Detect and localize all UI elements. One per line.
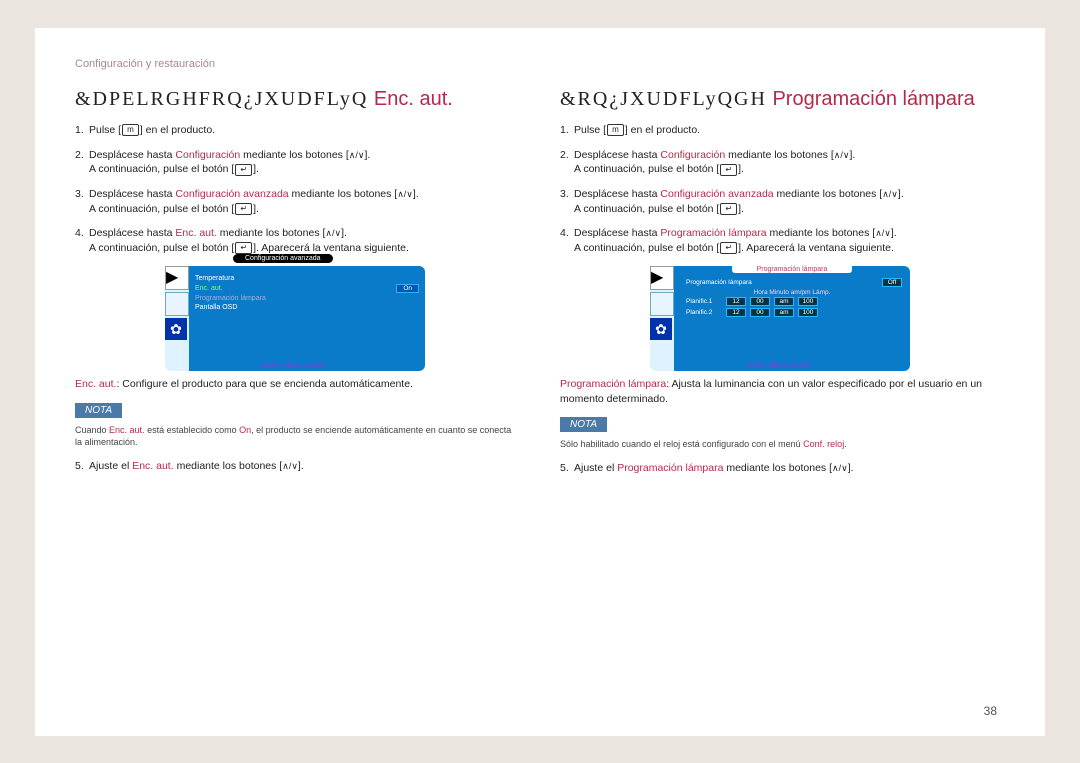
enter-icon: ↵	[720, 242, 737, 254]
right-column: &RQ¿JXUDFLyQGH Programación lámpara Puls…	[560, 88, 1005, 485]
osd-row-top: Programación lámpara Off	[674, 277, 910, 288]
osd-tab: Configuración avanzada	[233, 254, 333, 263]
right-nota-text: Sólo habilitado cuando el reloj está con…	[560, 438, 1005, 451]
left-step-4: Desplácese hasta Enc. aut. mediante los …	[75, 226, 520, 255]
left-description: Enc. aut.: Configure el producto para qu…	[75, 377, 520, 392]
gear-icon: ✿	[165, 318, 187, 340]
osd-sidebar-icon-1: ▶	[650, 266, 674, 290]
enter-icon: ↵	[720, 164, 737, 176]
left-step-1: Pulse [m] en el producto.	[75, 123, 520, 138]
right-heading: &RQ¿JXUDFLyQGH Programación lámpara	[560, 88, 1005, 111]
right-step-1: Pulse [m] en el producto.	[560, 123, 1005, 138]
updown-icon: ∧/∨	[832, 462, 848, 475]
updown-icon: ∧/∨	[882, 188, 898, 201]
document-page: Configuración y restauración &DPELRGHFRQ…	[35, 28, 1045, 736]
updown-icon: ∧/∨	[834, 149, 850, 162]
menu-icon: m	[607, 124, 624, 136]
enter-icon: ↵	[235, 203, 252, 215]
osd-legend: ↕Mover ↵Entrar ↺Volver	[260, 362, 326, 369]
updown-icon: ∧/∨	[325, 227, 341, 240]
enter-icon: ↵	[235, 242, 252, 254]
updown-icon: ∧/∨	[349, 149, 365, 162]
right-step-4: Desplácese hasta Programación lámpara me…	[560, 226, 1005, 255]
right-steps-5: Ajuste el Programación lámpara mediante …	[560, 461, 1005, 476]
heading-garbled: &DPELRGHFRQ¿JXUDFLyQ	[75, 88, 368, 110]
two-column-layout: &DPELRGHFRQ¿JXUDFLyQ Enc. aut. Pulse [m]…	[75, 88, 1005, 485]
osd-sidebar-icon-2	[650, 292, 674, 316]
updown-icon: ∧/∨	[282, 460, 298, 473]
section-header: Configuración y restauración	[75, 58, 1005, 70]
menu-icon: m	[122, 124, 139, 136]
nota-badge: NOTA	[75, 403, 122, 418]
right-step-2: Desplácese hasta Configuración mediante …	[560, 148, 1005, 177]
heading-garbled: &RQ¿JXUDFLyQGH	[560, 88, 767, 110]
right-step-5: Ajuste el Programación lámpara mediante …	[560, 461, 1005, 476]
osd-row-plan1: Planific.1 12 00 am 100	[674, 296, 910, 307]
page-number: 38	[984, 704, 997, 718]
right-steps-1-4: Pulse [m] en el producto. Desplácese has…	[560, 123, 1005, 256]
left-steps-1-4: Pulse [m] en el producto. Desplácese has…	[75, 123, 520, 256]
osd-tab: Programación lámpara	[732, 266, 852, 273]
osd-sidebar-icon-1: ▶	[165, 266, 189, 290]
osd-row-pantalla: Pantalla OSD	[189, 303, 425, 312]
left-steps-5: Ajuste el Enc. aut. mediante los botones…	[75, 459, 520, 474]
osd-row-prog: Programación lámpara	[189, 294, 425, 303]
right-step-3: Desplácese hasta Configuración avanzada …	[560, 187, 1005, 216]
nota-badge: NOTA	[560, 417, 607, 432]
updown-icon: ∧/∨	[875, 227, 891, 240]
updown-icon: ∧/∨	[397, 188, 413, 201]
osd-col-headers: Hora Minuto am/pm Lámp.	[674, 289, 910, 296]
left-step-5: Ajuste el Enc. aut. mediante los botones…	[75, 459, 520, 474]
osd-row-temp: Temperatura	[189, 274, 425, 283]
osd-main-panel: Programación lámpara Programación lámpar…	[674, 266, 910, 371]
osd-sidebar-icon-2	[165, 292, 189, 316]
heading-accent: Programación lámpara	[772, 88, 974, 110]
enter-icon: ↵	[720, 203, 737, 215]
left-heading: &DPELRGHFRQ¿JXUDFLyQ Enc. aut.	[75, 88, 520, 111]
gear-icon: ✿	[650, 318, 672, 340]
osd-row-encaut: Enc. aut.On	[189, 283, 425, 294]
right-description: Programación lámpara: Ajusta la luminanc…	[560, 377, 1005, 406]
left-step-2: Desplácese hasta Configuración mediante …	[75, 148, 520, 177]
osd-legend: ↕Mover ↵Entrar ↺Volver	[745, 362, 811, 369]
left-column: &DPELRGHFRQ¿JXUDFLyQ Enc. aut. Pulse [m]…	[75, 88, 520, 485]
enter-icon: ↵	[235, 164, 252, 176]
right-osd-screenshot: ▶ ✿ Programación lámpara Programación lá…	[650, 266, 910, 371]
left-step-3: Desplácese hasta Configuración avanzada …	[75, 187, 520, 216]
heading-accent: Enc. aut.	[374, 88, 453, 110]
osd-main-panel: Configuración avanzada Temperatura Enc. …	[189, 266, 425, 371]
left-osd-screenshot: ▶ ✿ Configuración avanzada Temperatura E…	[165, 266, 425, 371]
osd-row-plan2: Planific.2 12 00 am 100	[674, 307, 910, 318]
left-nota-text: Cuando Enc. aut. está establecido como O…	[75, 424, 520, 449]
